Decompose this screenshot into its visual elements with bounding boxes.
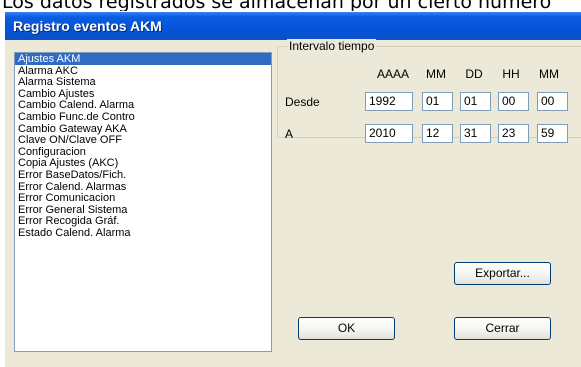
to-hour-field[interactable]: 23: [498, 124, 529, 143]
list-item[interactable]: Error Recogida Gráf.: [15, 215, 271, 228]
ok-button[interactable]: OK: [298, 317, 395, 340]
dialog-titlebar[interactable]: Registro eventos AKM: [5, 12, 581, 40]
header-day: DD: [465, 67, 483, 81]
list-item[interactable]: Clave ON/Clave OFF: [15, 134, 271, 146]
from-year-field[interactable]: 1992: [365, 92, 413, 111]
background-caption-text: Los datos registrados se almacenan por u…: [2, 0, 552, 11]
list-item[interactable]: Ajustes AKM: [15, 53, 271, 65]
from-month-field[interactable]: 01: [422, 92, 453, 111]
dialog-title: Registro eventos AKM: [13, 18, 162, 34]
to-year-field[interactable]: 2010: [365, 124, 413, 143]
list-item[interactable]: Error General Sistema: [15, 204, 271, 216]
list-item[interactable]: Cambio Func.de Contro: [15, 111, 271, 123]
header-hour: HH: [502, 67, 520, 81]
list-item[interactable]: Cambio Gateway AKA: [15, 123, 271, 135]
list-item[interactable]: Alarma AKC: [15, 65, 271, 77]
header-month: MM: [426, 67, 446, 81]
registro-eventos-dialog: Registro eventos AKM Ajustes AKM Alarma …: [5, 12, 581, 367]
list-item[interactable]: Cambio Ajustes: [15, 88, 271, 100]
list-item[interactable]: Copia Ajustes (AKC): [15, 157, 271, 170]
to-day-field[interactable]: 31: [460, 124, 491, 143]
close-button[interactable]: Cerrar: [454, 317, 551, 340]
to-label: A: [285, 127, 294, 141]
header-year: AAAA: [376, 67, 409, 81]
to-month-field[interactable]: 12: [422, 124, 453, 143]
list-item[interactable]: Error Comunicacion: [15, 192, 271, 204]
interval-groupbox: Intervalo tiempo AAAA MM DD HH MM Desde …: [277, 39, 581, 143]
list-item[interactable]: Alarma Sistema: [15, 76, 271, 88]
interval-legend: Intervalo tiempo: [287, 39, 377, 53]
from-label: Desde: [285, 95, 320, 109]
list-item[interactable]: Error Calend. Alarmas: [15, 181, 271, 193]
header-minute: MM: [539, 67, 559, 81]
to-minute-field[interactable]: 59: [537, 124, 568, 143]
from-minute-field[interactable]: 00: [537, 92, 568, 111]
events-listbox[interactable]: Ajustes AKM Alarma AKC Alarma Sistema Ca…: [14, 52, 272, 352]
list-item[interactable]: Cambio Calend. Alarma: [15, 99, 271, 112]
list-item[interactable]: Error BaseDatos/Fich.: [15, 169, 271, 181]
from-day-field[interactable]: 01: [460, 92, 491, 111]
export-button[interactable]: Exportar...: [454, 262, 551, 285]
list-item[interactable]: Estado Calend. Alarma: [15, 227, 271, 239]
list-item[interactable]: Configuracion: [15, 146, 271, 158]
from-hour-field[interactable]: 00: [498, 92, 529, 111]
